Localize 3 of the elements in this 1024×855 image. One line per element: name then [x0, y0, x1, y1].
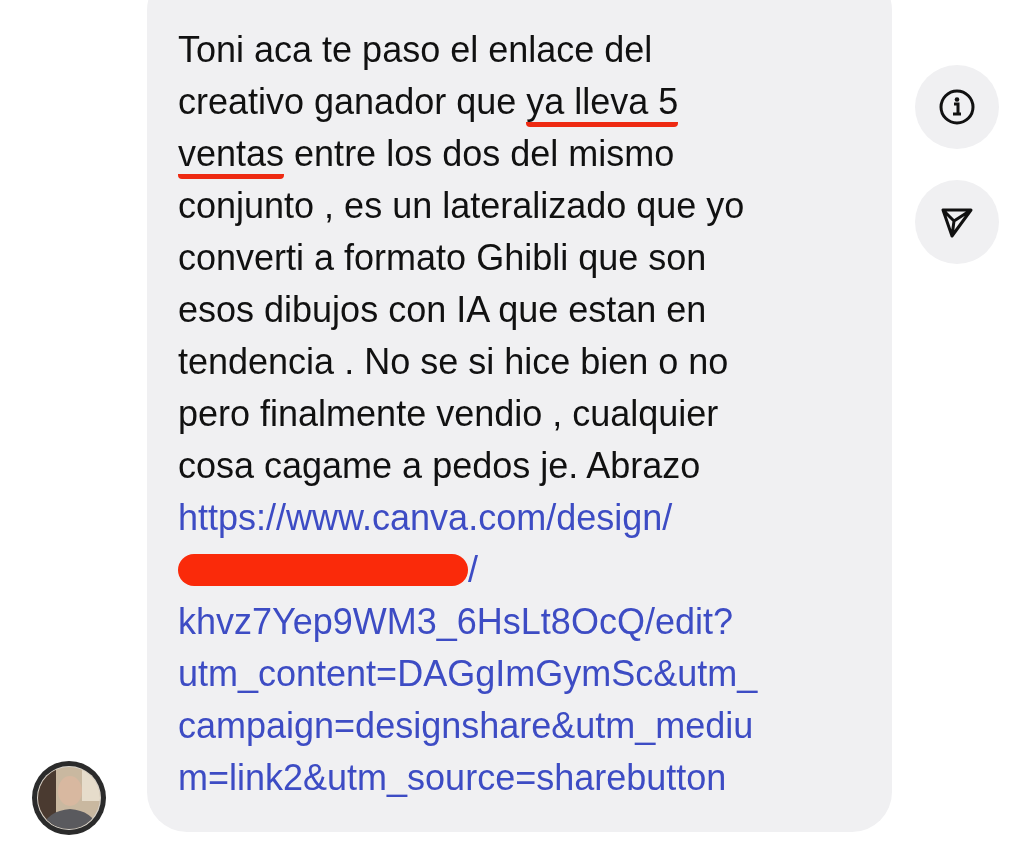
link[interactable]: https://www.canva.com/design/ / khvz7Yep9WM3_6HsLt8OcQ/edit? utm_content=DAGgImGymSc&utm_ campaign=designshare&utm_mediu m=link2&utm_source=sharebutton	[178, 492, 892, 804]
info-icon	[938, 88, 976, 126]
message-text: Toni aca te paso el enlace del creativo ganador que ya lleva 5 ventas entre los dos del mismo conjunto , es un lateralizado que yo converti a formato Ghibli que son esos dibujos con IA que estan en tendencia . No se si hice bien o no pero finalmente vendio , cualquier cosa cagame a pedos je. Abrazo	[178, 28, 746, 488]
